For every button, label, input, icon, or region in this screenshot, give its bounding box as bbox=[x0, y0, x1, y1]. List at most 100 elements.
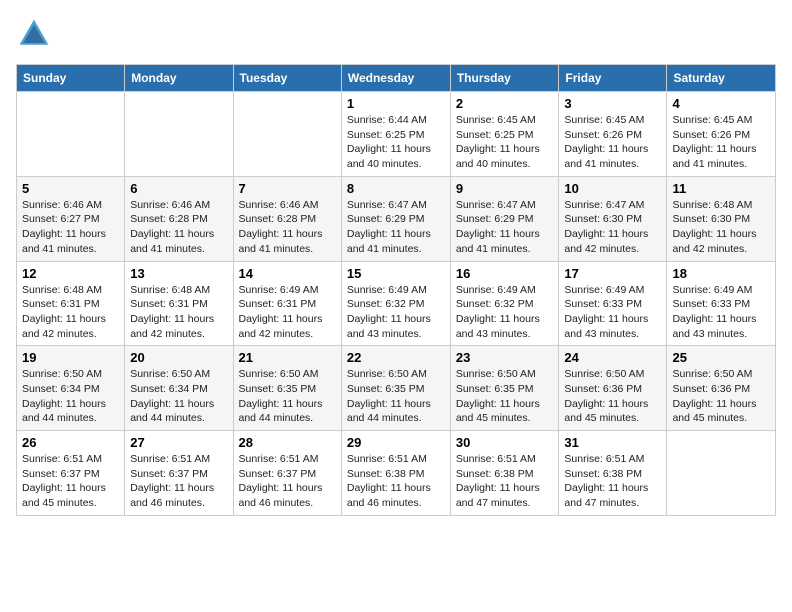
day-number: 18 bbox=[672, 266, 770, 281]
day-info: Sunrise: 6:50 AMSunset: 6:35 PMDaylight:… bbox=[239, 367, 336, 426]
calendar: SundayMondayTuesdayWednesdayThursdayFrid… bbox=[16, 64, 776, 516]
day-info: Sunrise: 6:48 AMSunset: 6:30 PMDaylight:… bbox=[672, 198, 770, 257]
day-info: Sunrise: 6:47 AMSunset: 6:29 PMDaylight:… bbox=[347, 198, 445, 257]
day-number: 27 bbox=[130, 435, 227, 450]
day-number: 11 bbox=[672, 181, 770, 196]
calendar-cell bbox=[125, 92, 233, 177]
calendar-cell: 7 Sunrise: 6:46 AMSunset: 6:28 PMDaylight… bbox=[233, 176, 341, 261]
calendar-cell: 3Sunrise: 6:45 AMSunset: 6:26 PMDaylight… bbox=[559, 92, 667, 177]
day-info: Sunrise: 6:46 AMSunset: 6:28 PMDaylight:… bbox=[239, 198, 336, 257]
calendar-cell: 30 Sunrise: 6:51 AMSunset: 6:38 PMDayligh… bbox=[450, 431, 559, 516]
day-number: 14 bbox=[239, 266, 336, 281]
day-info: Sunrise: 6:46 AMSunset: 6:28 PMDaylight:… bbox=[130, 198, 227, 257]
day-number: 29 bbox=[347, 435, 445, 450]
calendar-cell: 20 Sunrise: 6:50 AMSunset: 6:34 PMDayligh… bbox=[125, 346, 233, 431]
calendar-cell: 10 Sunrise: 6:47 AMSunset: 6:30 PMDayligh… bbox=[559, 176, 667, 261]
calendar-week-row: 5 Sunrise: 6:46 AMSunset: 6:27 PMDaylight… bbox=[17, 176, 776, 261]
calendar-cell: 2 Sunrise: 6:45 AMSunset: 6:25 PMDaylight… bbox=[450, 92, 559, 177]
calendar-cell: 11 Sunrise: 6:48 AMSunset: 6:30 PMDayligh… bbox=[667, 176, 776, 261]
calendar-cell: 21 Sunrise: 6:50 AMSunset: 6:35 PMDayligh… bbox=[233, 346, 341, 431]
day-header-thursday: Thursday bbox=[450, 65, 559, 92]
calendar-week-row: 26Sunrise: 6:51 AMSunset: 6:37 PMDayligh… bbox=[17, 431, 776, 516]
day-info: Sunrise: 6:45 AMSunset: 6:26 PMDaylight:… bbox=[672, 113, 770, 172]
day-number: 20 bbox=[130, 350, 227, 365]
calendar-week-row: 1Sunrise: 6:44 AMSunset: 6:25 PMDaylight… bbox=[17, 92, 776, 177]
day-number: 15 bbox=[347, 266, 445, 281]
day-info: Sunrise: 6:51 AMSunset: 6:38 PMDaylight:… bbox=[456, 452, 554, 511]
day-number: 22 bbox=[347, 350, 445, 365]
day-number: 7 bbox=[239, 181, 336, 196]
logo bbox=[16, 16, 56, 52]
calendar-cell: 23 Sunrise: 6:50 AMSunset: 6:35 PMDayligh… bbox=[450, 346, 559, 431]
day-header-wednesday: Wednesday bbox=[341, 65, 450, 92]
calendar-cell: 16 Sunrise: 6:49 AMSunset: 6:32 PMDayligh… bbox=[450, 261, 559, 346]
day-header-monday: Monday bbox=[125, 65, 233, 92]
day-header-saturday: Saturday bbox=[667, 65, 776, 92]
calendar-cell: 25 Sunrise: 6:50 AMSunset: 6:36 PMDayligh… bbox=[667, 346, 776, 431]
day-number: 2 bbox=[456, 96, 554, 111]
day-info: Sunrise: 6:45 AMSunset: 6:25 PMDaylight:… bbox=[456, 113, 554, 172]
day-info: Sunrise: 6:50 AMSunset: 6:34 PMDaylight:… bbox=[22, 367, 119, 426]
day-number: 21 bbox=[239, 350, 336, 365]
day-number: 6 bbox=[130, 181, 227, 196]
day-info: Sunrise: 6:49 AMSunset: 6:33 PMDaylight:… bbox=[672, 283, 770, 342]
calendar-cell: 8Sunrise: 6:47 AMSunset: 6:29 PMDaylight… bbox=[341, 176, 450, 261]
day-number: 30 bbox=[456, 435, 554, 450]
day-number: 25 bbox=[672, 350, 770, 365]
day-info: Sunrise: 6:49 AMSunset: 6:31 PMDaylight:… bbox=[239, 283, 336, 342]
page-header bbox=[16, 16, 776, 52]
day-info: Sunrise: 6:48 AMSunset: 6:31 PMDaylight:… bbox=[22, 283, 119, 342]
calendar-week-row: 19 Sunrise: 6:50 AMSunset: 6:34 PMDayligh… bbox=[17, 346, 776, 431]
calendar-cell: 13Sunrise: 6:48 AMSunset: 6:31 PMDayligh… bbox=[125, 261, 233, 346]
day-number: 4 bbox=[672, 96, 770, 111]
calendar-cell: 15 Sunrise: 6:49 AMSunset: 6:32 PMDayligh… bbox=[341, 261, 450, 346]
day-info: Sunrise: 6:51 AMSunset: 6:38 PMDaylight:… bbox=[564, 452, 661, 511]
calendar-cell: 26Sunrise: 6:51 AMSunset: 6:37 PMDayligh… bbox=[17, 431, 125, 516]
day-number: 19 bbox=[22, 350, 119, 365]
calendar-cell: 17Sunrise: 6:49 AMSunset: 6:33 PMDayligh… bbox=[559, 261, 667, 346]
day-info: Sunrise: 6:46 AMSunset: 6:27 PMDaylight:… bbox=[22, 198, 119, 257]
day-header-sunday: Sunday bbox=[17, 65, 125, 92]
day-info: Sunrise: 6:51 AMSunset: 6:38 PMDaylight:… bbox=[347, 452, 445, 511]
day-info: Sunrise: 6:47 AMSunset: 6:30 PMDaylight:… bbox=[564, 198, 661, 257]
day-info: Sunrise: 6:48 AMSunset: 6:31 PMDaylight:… bbox=[130, 283, 227, 342]
calendar-week-row: 12 Sunrise: 6:48 AMSunset: 6:31 PMDayligh… bbox=[17, 261, 776, 346]
calendar-cell bbox=[667, 431, 776, 516]
calendar-cell: 31 Sunrise: 6:51 AMSunset: 6:38 PMDayligh… bbox=[559, 431, 667, 516]
calendar-cell: 18 Sunrise: 6:49 AMSunset: 6:33 PMDayligh… bbox=[667, 261, 776, 346]
calendar-cell: 5 Sunrise: 6:46 AMSunset: 6:27 PMDaylight… bbox=[17, 176, 125, 261]
day-info: Sunrise: 6:50 AMSunset: 6:35 PMDaylight:… bbox=[347, 367, 445, 426]
day-number: 24 bbox=[564, 350, 661, 365]
day-number: 1 bbox=[347, 96, 445, 111]
day-number: 12 bbox=[22, 266, 119, 281]
day-info: Sunrise: 6:49 AMSunset: 6:32 PMDaylight:… bbox=[347, 283, 445, 342]
day-info: Sunrise: 6:51 AMSunset: 6:37 PMDaylight:… bbox=[22, 452, 119, 511]
day-info: Sunrise: 6:51 AMSunset: 6:37 PMDaylight:… bbox=[239, 452, 336, 511]
day-info: Sunrise: 6:45 AMSunset: 6:26 PMDaylight:… bbox=[564, 113, 661, 172]
calendar-cell: 6 Sunrise: 6:46 AMSunset: 6:28 PMDaylight… bbox=[125, 176, 233, 261]
day-number: 10 bbox=[564, 181, 661, 196]
day-info: Sunrise: 6:49 AMSunset: 6:32 PMDaylight:… bbox=[456, 283, 554, 342]
day-info: Sunrise: 6:50 AMSunset: 6:36 PMDaylight:… bbox=[564, 367, 661, 426]
day-number: 28 bbox=[239, 435, 336, 450]
calendar-cell: 24 Sunrise: 6:50 AMSunset: 6:36 PMDayligh… bbox=[559, 346, 667, 431]
day-info: Sunrise: 6:47 AMSunset: 6:29 PMDaylight:… bbox=[456, 198, 554, 257]
calendar-cell: 22 Sunrise: 6:50 AMSunset: 6:35 PMDayligh… bbox=[341, 346, 450, 431]
calendar-header-row: SundayMondayTuesdayWednesdayThursdayFrid… bbox=[17, 65, 776, 92]
calendar-cell: 28 Sunrise: 6:51 AMSunset: 6:37 PMDayligh… bbox=[233, 431, 341, 516]
day-number: 31 bbox=[564, 435, 661, 450]
calendar-cell: 29 Sunrise: 6:51 AMSunset: 6:38 PMDayligh… bbox=[341, 431, 450, 516]
day-number: 9 bbox=[456, 181, 554, 196]
calendar-cell: 14 Sunrise: 6:49 AMSunset: 6:31 PMDayligh… bbox=[233, 261, 341, 346]
day-info: Sunrise: 6:50 AMSunset: 6:36 PMDaylight:… bbox=[672, 367, 770, 426]
calendar-cell: 1Sunrise: 6:44 AMSunset: 6:25 PMDaylight… bbox=[341, 92, 450, 177]
calendar-cell: 12 Sunrise: 6:48 AMSunset: 6:31 PMDayligh… bbox=[17, 261, 125, 346]
day-info: Sunrise: 6:50 AMSunset: 6:35 PMDaylight:… bbox=[456, 367, 554, 426]
day-number: 5 bbox=[22, 181, 119, 196]
day-number: 23 bbox=[456, 350, 554, 365]
day-info: Sunrise: 6:50 AMSunset: 6:34 PMDaylight:… bbox=[130, 367, 227, 426]
calendar-cell: 19 Sunrise: 6:50 AMSunset: 6:34 PMDayligh… bbox=[17, 346, 125, 431]
day-number: 16 bbox=[456, 266, 554, 281]
day-number: 17 bbox=[564, 266, 661, 281]
day-header-tuesday: Tuesday bbox=[233, 65, 341, 92]
